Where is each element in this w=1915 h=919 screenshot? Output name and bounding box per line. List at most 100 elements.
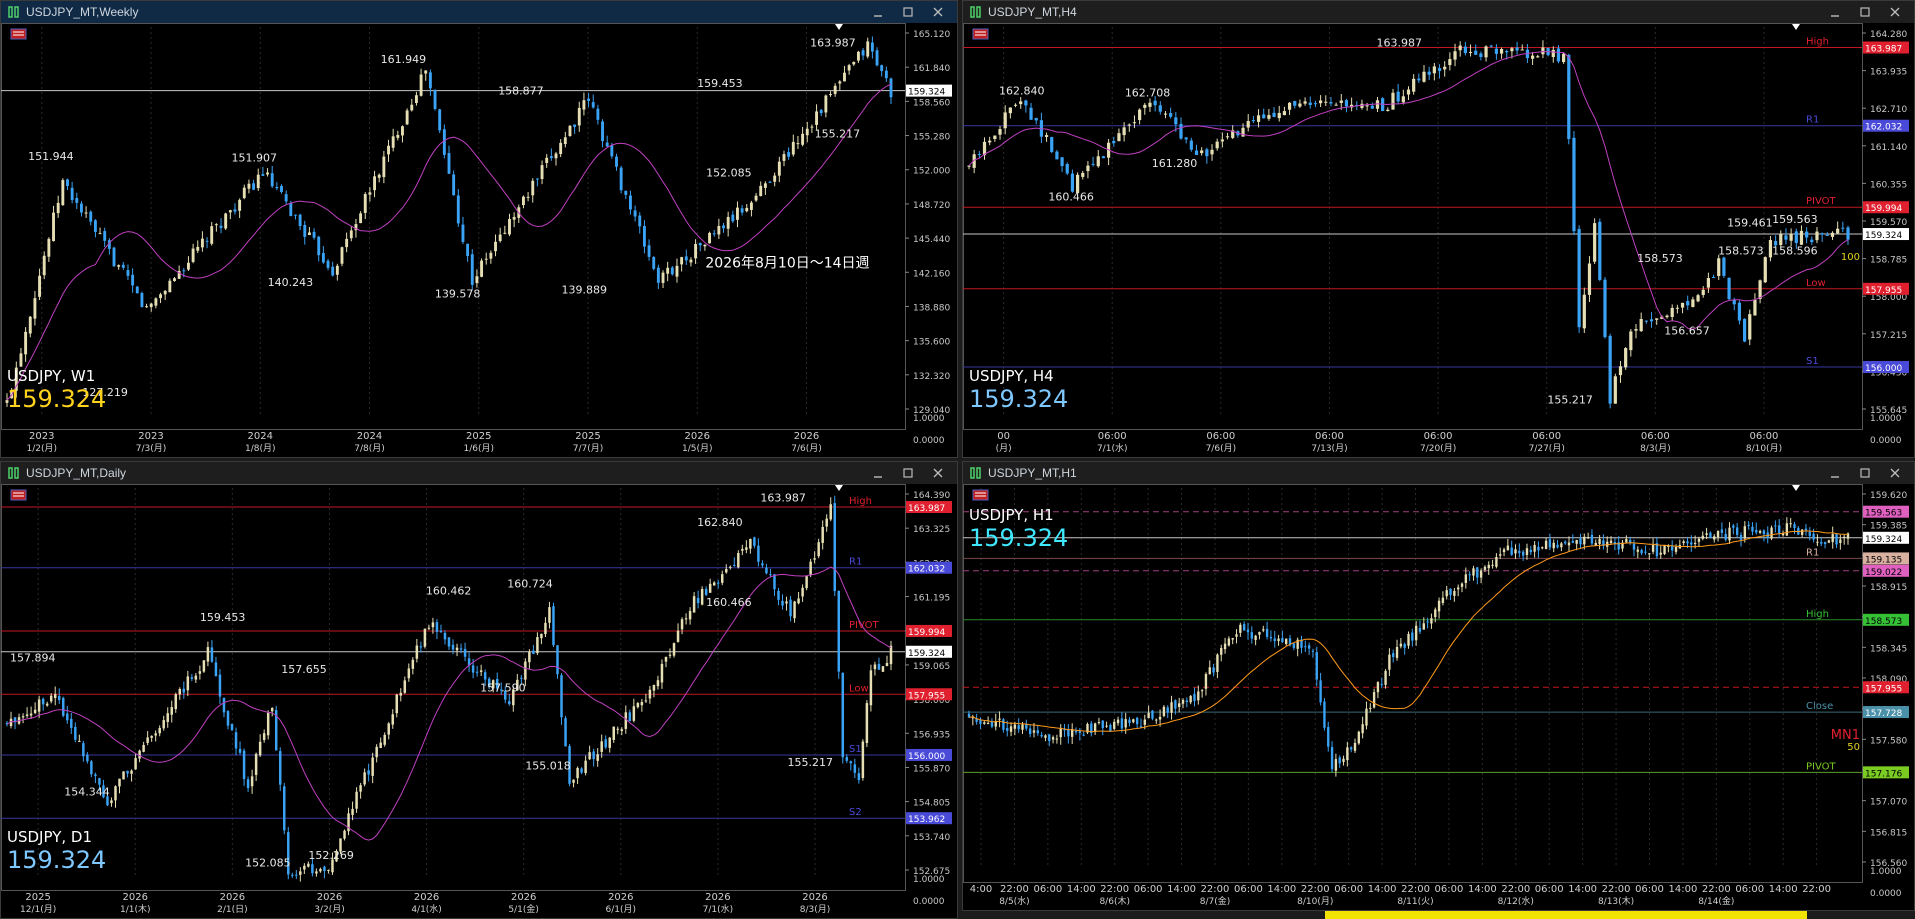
chart-window-h1[interactable]: USDJPY_MT,H1 4:00 22:00 8/5(水) 06:00 14:00 22:…: [962, 461, 1915, 911]
level-name-label: Low: [849, 683, 869, 694]
shift-marker-icon[interactable]: [835, 24, 843, 30]
date-axis-label: 2024: [357, 431, 382, 442]
date-axis-label: 14:00: [1568, 884, 1597, 895]
candlestick-series: [967, 517, 1850, 777]
shift-marker-icon[interactable]: [1792, 24, 1800, 30]
close-icon[interactable]: [1880, 1, 1910, 23]
sub-axis-label: 0.0000: [913, 897, 945, 907]
price-axis-label: 157.070: [1870, 798, 1907, 808]
price-level-value: 153.962: [908, 815, 945, 825]
minimize-icon[interactable]: [1820, 462, 1850, 484]
date-axis-label: 22:00: [1702, 884, 1731, 895]
close-icon[interactable]: [923, 462, 953, 484]
date-axis-label: 06:00: [1206, 431, 1235, 442]
current-price-display: 159.324: [7, 385, 106, 413]
date-axis-label: 22:00: [1201, 884, 1230, 895]
swing-price-label: 163.987: [810, 36, 856, 49]
flag-icon[interactable]: [972, 28, 989, 40]
swing-price-label: 151.944: [28, 150, 74, 163]
maximize-icon[interactable]: [1850, 462, 1880, 484]
side-marker: MN1: [1831, 728, 1860, 743]
minimize-icon[interactable]: [863, 1, 893, 23]
symbol-label: USDJPY, H4: [969, 367, 1054, 385]
minimize-icon[interactable]: [863, 462, 893, 484]
date-axis-label: 06:00: [1641, 431, 1670, 442]
chart-window-icon: [970, 6, 981, 18]
swing-price-label: 155.018: [525, 760, 571, 773]
price-axis-label: 156.935: [913, 730, 950, 740]
chart-canvas[interactable]: 20231/2(月)20237/3(月)20241/8(月)20247/8(月)…: [1, 23, 957, 457]
close-icon[interactable]: [1880, 462, 1910, 484]
date-axis-sublabel: 7/20(月): [1420, 443, 1456, 454]
swing-price-label: 154.344: [64, 786, 110, 799]
chart-canvas[interactable]: 00(月)06:007/1(水)06:007/6(月)06:007/13(月)0…: [963, 23, 1914, 457]
price-level-value: 162.032: [1865, 123, 1902, 133]
sub-axis-label: 0.0000: [1870, 436, 1902, 446]
price-axis-label: 161.840: [913, 64, 950, 74]
date-axis-sublabel: 8/14(金): [1698, 895, 1734, 907]
window-title-bar[interactable]: USDJPY_MT,Daily: [1, 462, 957, 484]
flag-icon[interactable]: [10, 489, 27, 501]
date-axis-sublabel: 8/10(月): [1297, 896, 1333, 907]
swing-price-label: 155.217: [815, 127, 861, 140]
window-title-bar[interactable]: USDJPY_MT,H4: [963, 1, 1914, 23]
price-level-value: 157.955: [1865, 286, 1902, 296]
flag-icon[interactable]: [972, 489, 989, 501]
window-title: USDJPY_MT,Weekly: [26, 5, 139, 19]
date-axis-sublabel: 4/1(水): [411, 903, 442, 915]
price-axis-label: 156.815: [1870, 828, 1907, 838]
price-axis-label: 132.320: [913, 372, 950, 382]
flag-icon[interactable]: [10, 28, 27, 40]
price-level-value: 158.573: [1865, 617, 1902, 627]
shift-marker-icon[interactable]: [1792, 485, 1800, 491]
level-name-label: Close: [1806, 701, 1833, 712]
date-axis-label: 2023: [138, 431, 163, 442]
sub-axis-label: 1.0000: [913, 414, 945, 424]
date-axis-label: 14:00: [1668, 884, 1697, 895]
date-axis-label: 22:00: [1802, 884, 1831, 895]
date-axis-label: 2023: [29, 431, 54, 442]
chart-window-daily[interactable]: USDJPY_MT,Daily 2025 12/1(月) 2026 1/1(木) 2026…: [0, 461, 958, 919]
minimize-icon[interactable]: [1820, 1, 1850, 23]
chart-window-h4[interactable]: USDJPY_MT,H4 00 (月) 06:00 7/1(水) 06:00 7/6(月) 0…: [962, 0, 1915, 458]
date-axis-sublabel: 7/1(水): [703, 903, 734, 915]
price-axis-label: 162.710: [1870, 105, 1907, 115]
chart-window-weekly[interactable]: USDJPY_MT,Weekly 2023 1/2(月) 2023 7/3(月) 2024…: [0, 0, 958, 458]
price-level-value: 159.994: [1865, 204, 1902, 214]
chart-canvas[interactable]: 202512/1(月)20261/1(木)20262/1(日)20263/2(月…: [1, 484, 957, 918]
swing-price-label: 162.708: [1125, 87, 1171, 100]
window-title-bar[interactable]: USDJPY_MT,H1: [963, 462, 1914, 484]
date-axis-sublabel: 6/1(月): [606, 904, 637, 915]
price-axis-label: 158.560: [913, 98, 950, 108]
price-axis-label: 164.280: [1870, 30, 1907, 40]
price-axis-label: 159.620: [1870, 491, 1907, 501]
highlight-bar: [1325, 911, 1807, 919]
symbol-label: USDJPY, D1: [7, 828, 92, 846]
date-axis-label: 2026: [794, 431, 819, 442]
price-axis-label: 158.915: [1870, 583, 1907, 593]
price-level-value: 157.955: [1865, 684, 1902, 694]
symbol-label: USDJPY, W1: [7, 367, 95, 385]
price-axis-label: 164.390: [913, 491, 950, 501]
date-axis-label: 06:00: [1098, 431, 1127, 442]
shift-marker-icon[interactable]: [835, 485, 843, 491]
maximize-icon[interactable]: [893, 1, 923, 23]
price-axis-label: 138.880: [913, 303, 950, 313]
level-name-label: PIVOT: [1806, 196, 1837, 207]
date-axis-label: 22:00: [1501, 884, 1530, 895]
date-axis-label: 06:00: [1033, 884, 1062, 895]
maximize-icon[interactable]: [1850, 1, 1880, 23]
date-axis-sublabel: 7/27(月): [1529, 443, 1565, 454]
price-axis-label: 135.600: [913, 338, 950, 348]
chart-canvas[interactable]: 4:00 22:008/5(水)06:00 14:00 22:008/6(木)06:0…: [963, 484, 1914, 910]
current-price-display: 159.324: [7, 846, 106, 874]
maximize-icon[interactable]: [893, 462, 923, 484]
price-level-value: 159.563: [1865, 509, 1902, 519]
date-axis-sublabel: 1/8(月): [245, 443, 276, 454]
price-level-value: 159.324: [1865, 535, 1902, 545]
swing-price-label: 158.596: [1772, 245, 1818, 258]
window-title-bar[interactable]: USDJPY_MT,Weekly: [1, 1, 957, 23]
close-icon[interactable]: [923, 1, 953, 23]
date-axis-sublabel: 7/6(月): [791, 443, 822, 454]
date-axis-label: 22:00: [1100, 884, 1129, 895]
